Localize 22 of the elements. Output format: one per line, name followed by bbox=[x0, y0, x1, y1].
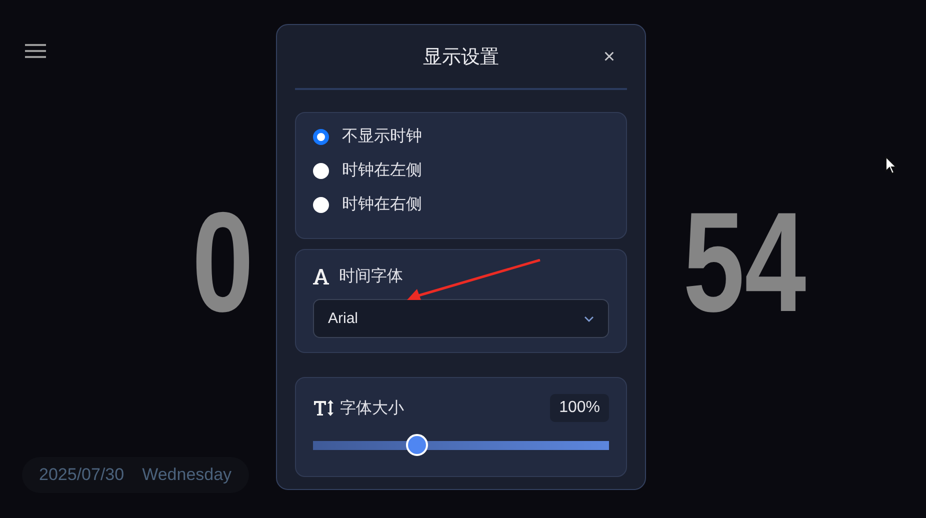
radio-button[interactable] bbox=[313, 128, 329, 144]
font-select[interactable]: Arial bbox=[313, 299, 609, 338]
chevron-down-icon bbox=[584, 316, 594, 322]
radio-button[interactable] bbox=[313, 196, 329, 212]
option-label[interactable]: 不显示时钟 bbox=[342, 126, 422, 147]
mouse-pointer-icon bbox=[885, 156, 897, 175]
font-label: 时间字体 bbox=[339, 266, 403, 287]
font-letter-icon bbox=[313, 268, 329, 285]
close-button[interactable]: × bbox=[601, 47, 617, 67]
menu-icon[interactable] bbox=[24, 42, 48, 60]
weekday-text: Wednesday bbox=[142, 465, 232, 485]
clock-digits: 0 bbox=[192, 192, 254, 310]
font-size-label: 字体大小 bbox=[340, 398, 404, 418]
option-label[interactable]: 时钟在右侧 bbox=[342, 194, 422, 215]
radio-button[interactable] bbox=[313, 162, 329, 178]
font-size-value: 100% bbox=[550, 394, 609, 422]
date-text: 2025/07/30 bbox=[39, 465, 124, 485]
text-size-icon bbox=[313, 399, 335, 417]
slider-thumb[interactable] bbox=[406, 434, 428, 456]
dialog-title: 显示设置 bbox=[423, 46, 499, 70]
option-label[interactable]: 时钟在左侧 bbox=[342, 160, 422, 181]
clock-digits: 54 bbox=[682, 192, 806, 310]
